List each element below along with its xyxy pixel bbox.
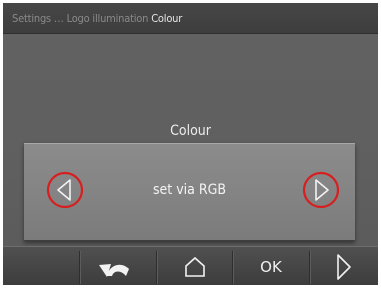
footer-empty-slot <box>3 247 79 285</box>
breadcrumb-path[interactable]: Settings … Logo illumination <box>12 12 148 25</box>
ok-button[interactable]: OK <box>233 247 309 285</box>
next-chevron-icon <box>337 253 351 280</box>
next-button[interactable] <box>310 247 378 285</box>
screen: Settings … Logo illumination Colour Colo… <box>3 3 378 285</box>
value-selector: set via RGB <box>24 143 355 241</box>
ok-label: OK <box>260 257 282 276</box>
breadcrumb: Settings … Logo illumination Colour <box>12 12 182 25</box>
home-icon <box>184 256 205 277</box>
setting-label: Colour <box>170 123 211 139</box>
header-bar: Settings … Logo illumination Colour <box>3 3 378 34</box>
footer-bar: OK <box>3 246 378 285</box>
back-arrow-icon <box>99 263 129 277</box>
back-button[interactable] <box>80 247 156 285</box>
right-triangle-icon <box>302 171 340 209</box>
next-value-button[interactable] <box>302 171 340 209</box>
breadcrumb-current: Colour <box>151 12 183 25</box>
home-button[interactable] <box>157 247 232 285</box>
